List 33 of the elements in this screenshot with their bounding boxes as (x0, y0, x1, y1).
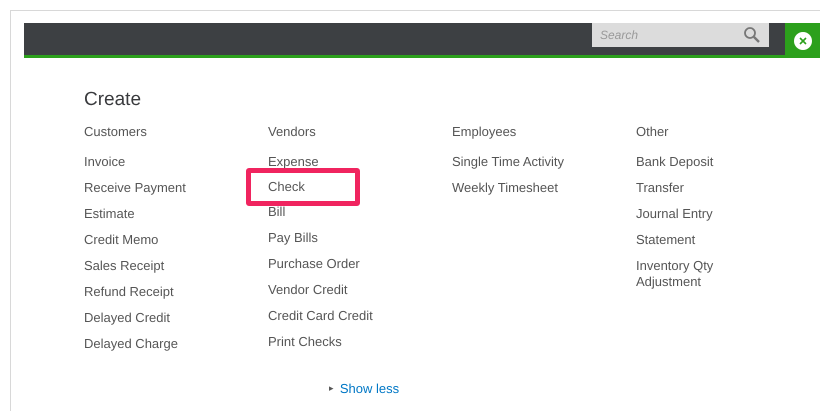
column-heading: Employees (452, 123, 516, 141)
create-link[interactable]: Journal Entry (636, 201, 766, 227)
create-link[interactable]: Invoice (84, 149, 214, 175)
close-icon[interactable] (792, 30, 812, 50)
create-link[interactable]: Refund Receipt (84, 279, 214, 305)
create-link[interactable]: Credit Card Credit (268, 303, 398, 329)
create-link[interactable]: Purchase Order (268, 251, 398, 277)
close-tab[interactable] (785, 23, 820, 58)
search-icon[interactable] (743, 26, 761, 44)
section-title: Create (84, 88, 142, 112)
search-field[interactable]: Search (592, 23, 769, 47)
column-heading: Vendors (268, 123, 316, 141)
create-link[interactable]: Delayed Credit (84, 305, 214, 331)
create-link[interactable]: Bill (268, 199, 398, 225)
create-link[interactable]: Expense (268, 149, 398, 175)
create-link[interactable]: Receive Payment (84, 175, 214, 201)
create-link[interactable]: Vendor Credit (268, 277, 398, 303)
create-link[interactable]: Pay Bills (268, 225, 398, 251)
column-heading: Other (636, 123, 669, 141)
show-less-toggle[interactable]: ▸ Show less (328, 379, 400, 398)
create-link[interactable]: Credit Memo (84, 227, 214, 253)
create-link[interactable]: Bank Deposit (636, 149, 766, 175)
create-link[interactable]: Inventory Qty Adjustment (636, 253, 766, 295)
create-link[interactable]: Single Time Activity (452, 149, 582, 175)
create-link[interactable]: Print Checks (268, 329, 398, 355)
create-link[interactable]: Check (268, 174, 305, 200)
create-link[interactable]: Delayed Charge (84, 331, 214, 357)
create-link[interactable]: Sales Receipt (84, 253, 214, 279)
create-link[interactable]: Statement (636, 227, 766, 253)
create-link[interactable]: Estimate (84, 201, 214, 227)
create-link[interactable]: Transfer (636, 175, 766, 201)
column-heading: Customers (84, 123, 147, 141)
create-link[interactable]: Weekly Timesheet (452, 175, 582, 201)
